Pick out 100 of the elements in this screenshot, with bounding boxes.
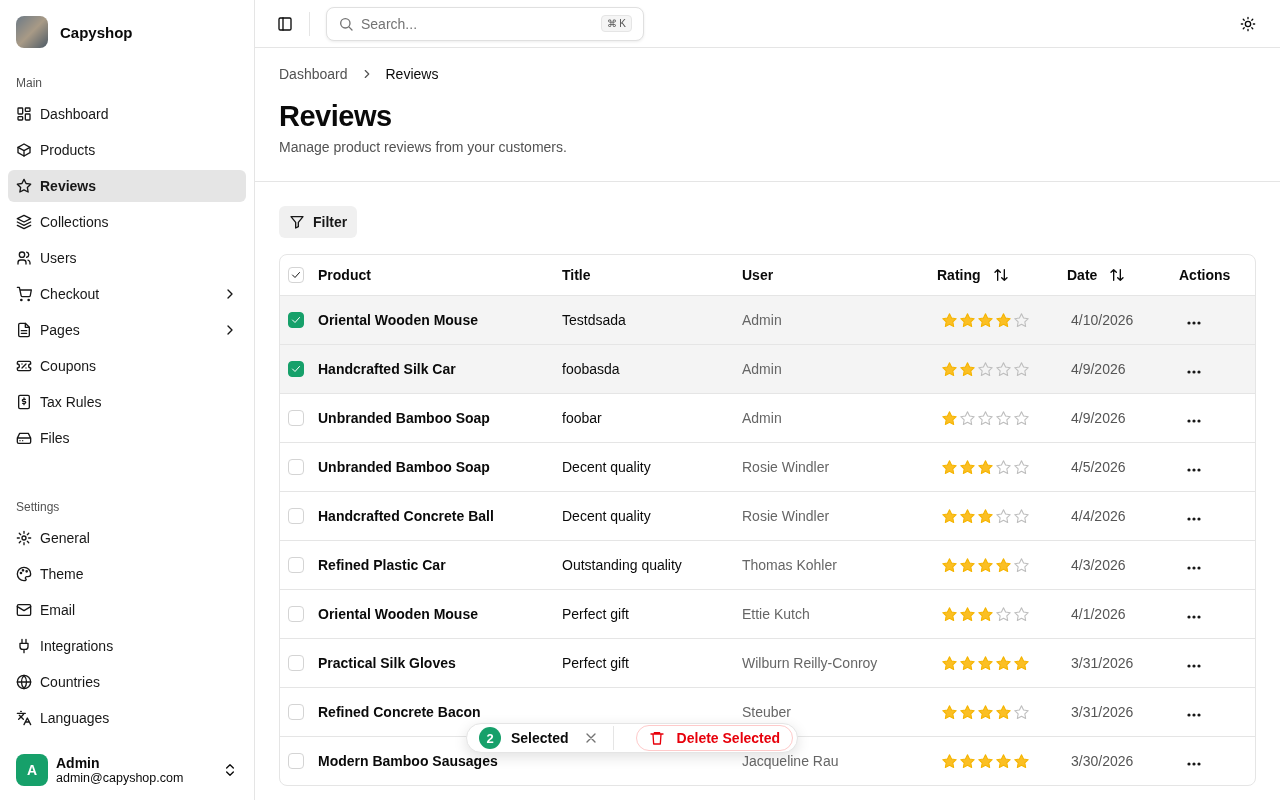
review-date: 4/5/2026 [1070,459,1126,475]
star-icon [16,178,32,194]
sidebar-item[interactable]: General [8,522,246,554]
row-checkbox[interactable] [288,361,304,377]
column-header: Actions [1179,267,1231,283]
sidebar-item[interactable]: Files [8,422,246,454]
user-name: Thomas Kohler [742,557,837,573]
column-header: Title [562,267,591,283]
delete-selected-button[interactable]: Delete Selected [635,725,794,751]
user-name: Wilburn Reilly-Conroy [742,655,878,671]
grid-icon [16,106,32,122]
sidebar-item[interactable]: Pages [8,314,246,346]
user-name: Admin [742,410,782,426]
product-name: Oriental Wooden Mouse [318,606,478,622]
sort-icon [1109,267,1126,283]
more-icon[interactable] [1187,566,1201,570]
document-icon [16,322,32,338]
review-date: 4/1/2026 [1070,606,1126,622]
page-subtitle: Manage product reviews from your customers. [279,139,568,155]
review-date: 3/31/2026 [1070,704,1134,720]
user-name: Admin [742,361,782,377]
column-header: User [742,267,774,283]
sidebar-item[interactable]: Users [8,242,246,274]
user-avatar: A [16,754,48,786]
sort-icon [992,267,1009,283]
sidebar-item[interactable]: Products [8,134,246,166]
user-name: Steuber [742,704,792,720]
sidebar-item[interactable]: Languages [8,702,246,734]
translate-icon [16,710,32,726]
product-name: Refined Plastic Car [318,557,446,573]
review-title: foobasda [562,361,620,377]
sidebar-toggle[interactable] [277,15,293,32]
sidebar-item[interactable]: Dashboard [8,98,246,130]
theme-toggle[interactable] [1240,15,1256,32]
product-name: Practical Silk Gloves [318,655,456,671]
review-title: Testdsada [562,312,626,328]
review-title: foobar [562,410,602,426]
user-menu[interactable]: A Admin admin@capyshop.com [8,746,246,800]
ticket-icon [16,358,32,374]
sidebar-item[interactable]: Checkout [8,278,246,310]
section-heading: Settings [15,499,61,516]
trash-icon [648,730,665,746]
sidebar-item[interactable]: Reviews [8,170,246,202]
review-date: 4/9/2026 [1070,361,1126,377]
product-name: Handcrafted Concrete Ball [318,508,494,524]
sidebar-item[interactable]: Email [8,594,246,626]
product-name: Handcrafted Silk Car [318,361,456,377]
product-name: Modern Bamboo Sausages [318,753,498,769]
globe-icon [16,674,32,690]
more-icon[interactable] [1187,321,1201,325]
review-title: Perfect gift [562,606,629,622]
review-date: 3/30/2026 [1070,753,1134,769]
gear-icon [16,530,32,546]
check-icon [290,363,302,375]
sidebar-item[interactable]: Tax Rules [8,386,246,418]
review-title: Perfect gift [562,655,629,671]
more-icon[interactable] [1187,664,1201,668]
more-icon[interactable] [1187,370,1201,374]
plug-icon [16,638,32,654]
panel-icon [277,15,293,32]
column-header: Date [1067,267,1098,283]
product-name: Refined Concrete Bacon [318,704,481,720]
selected-count: 2 [479,727,501,749]
review-title: Decent quality [562,508,651,524]
sidebar-item[interactable]: Collections [8,206,246,238]
review-title: Decent quality [562,459,651,475]
more-icon[interactable] [1187,713,1201,717]
more-icon[interactable] [1187,615,1201,619]
review-title: Outstanding quality [562,557,682,573]
search-icon [338,15,354,32]
section-heading: Main [15,75,43,92]
filter-button[interactable]: Filter [279,206,358,238]
sort-button[interactable] [1109,267,1126,283]
sort-button[interactable] [992,267,1009,283]
breadcrumb-item[interactable]: Dashboard [279,66,348,82]
drive-icon [16,430,32,446]
sun-icon [1240,15,1256,32]
users-icon [16,250,32,266]
sidebar-item[interactable]: Coupons [8,350,246,382]
review-date: 4/3/2026 [1070,557,1126,573]
sidebar-item[interactable]: Countries [8,666,246,698]
more-icon[interactable] [1187,517,1201,521]
row-checkbox[interactable] [288,312,304,328]
package-icon [16,142,32,158]
sidebar-item[interactable]: Theme [8,558,246,590]
selected-label: Selected [511,730,569,746]
more-icon[interactable] [1187,419,1201,423]
select-all-checkbox[interactable] [288,267,304,283]
more-icon[interactable] [1187,468,1201,472]
brand-name: Capyshop [60,23,133,41]
sidebar-item[interactable]: Integrations [8,630,246,662]
review-date: 4/9/2026 [1070,410,1126,426]
check-icon [290,314,302,326]
check-icon [290,269,302,281]
more-icon[interactable] [1187,762,1201,766]
user-name: Admin [56,755,101,771]
product-name: Unbranded Bamboo Soap [318,459,490,475]
user-name: Jacqueline Rau [742,753,839,769]
mail-icon [16,602,32,618]
layers-icon [16,214,32,230]
